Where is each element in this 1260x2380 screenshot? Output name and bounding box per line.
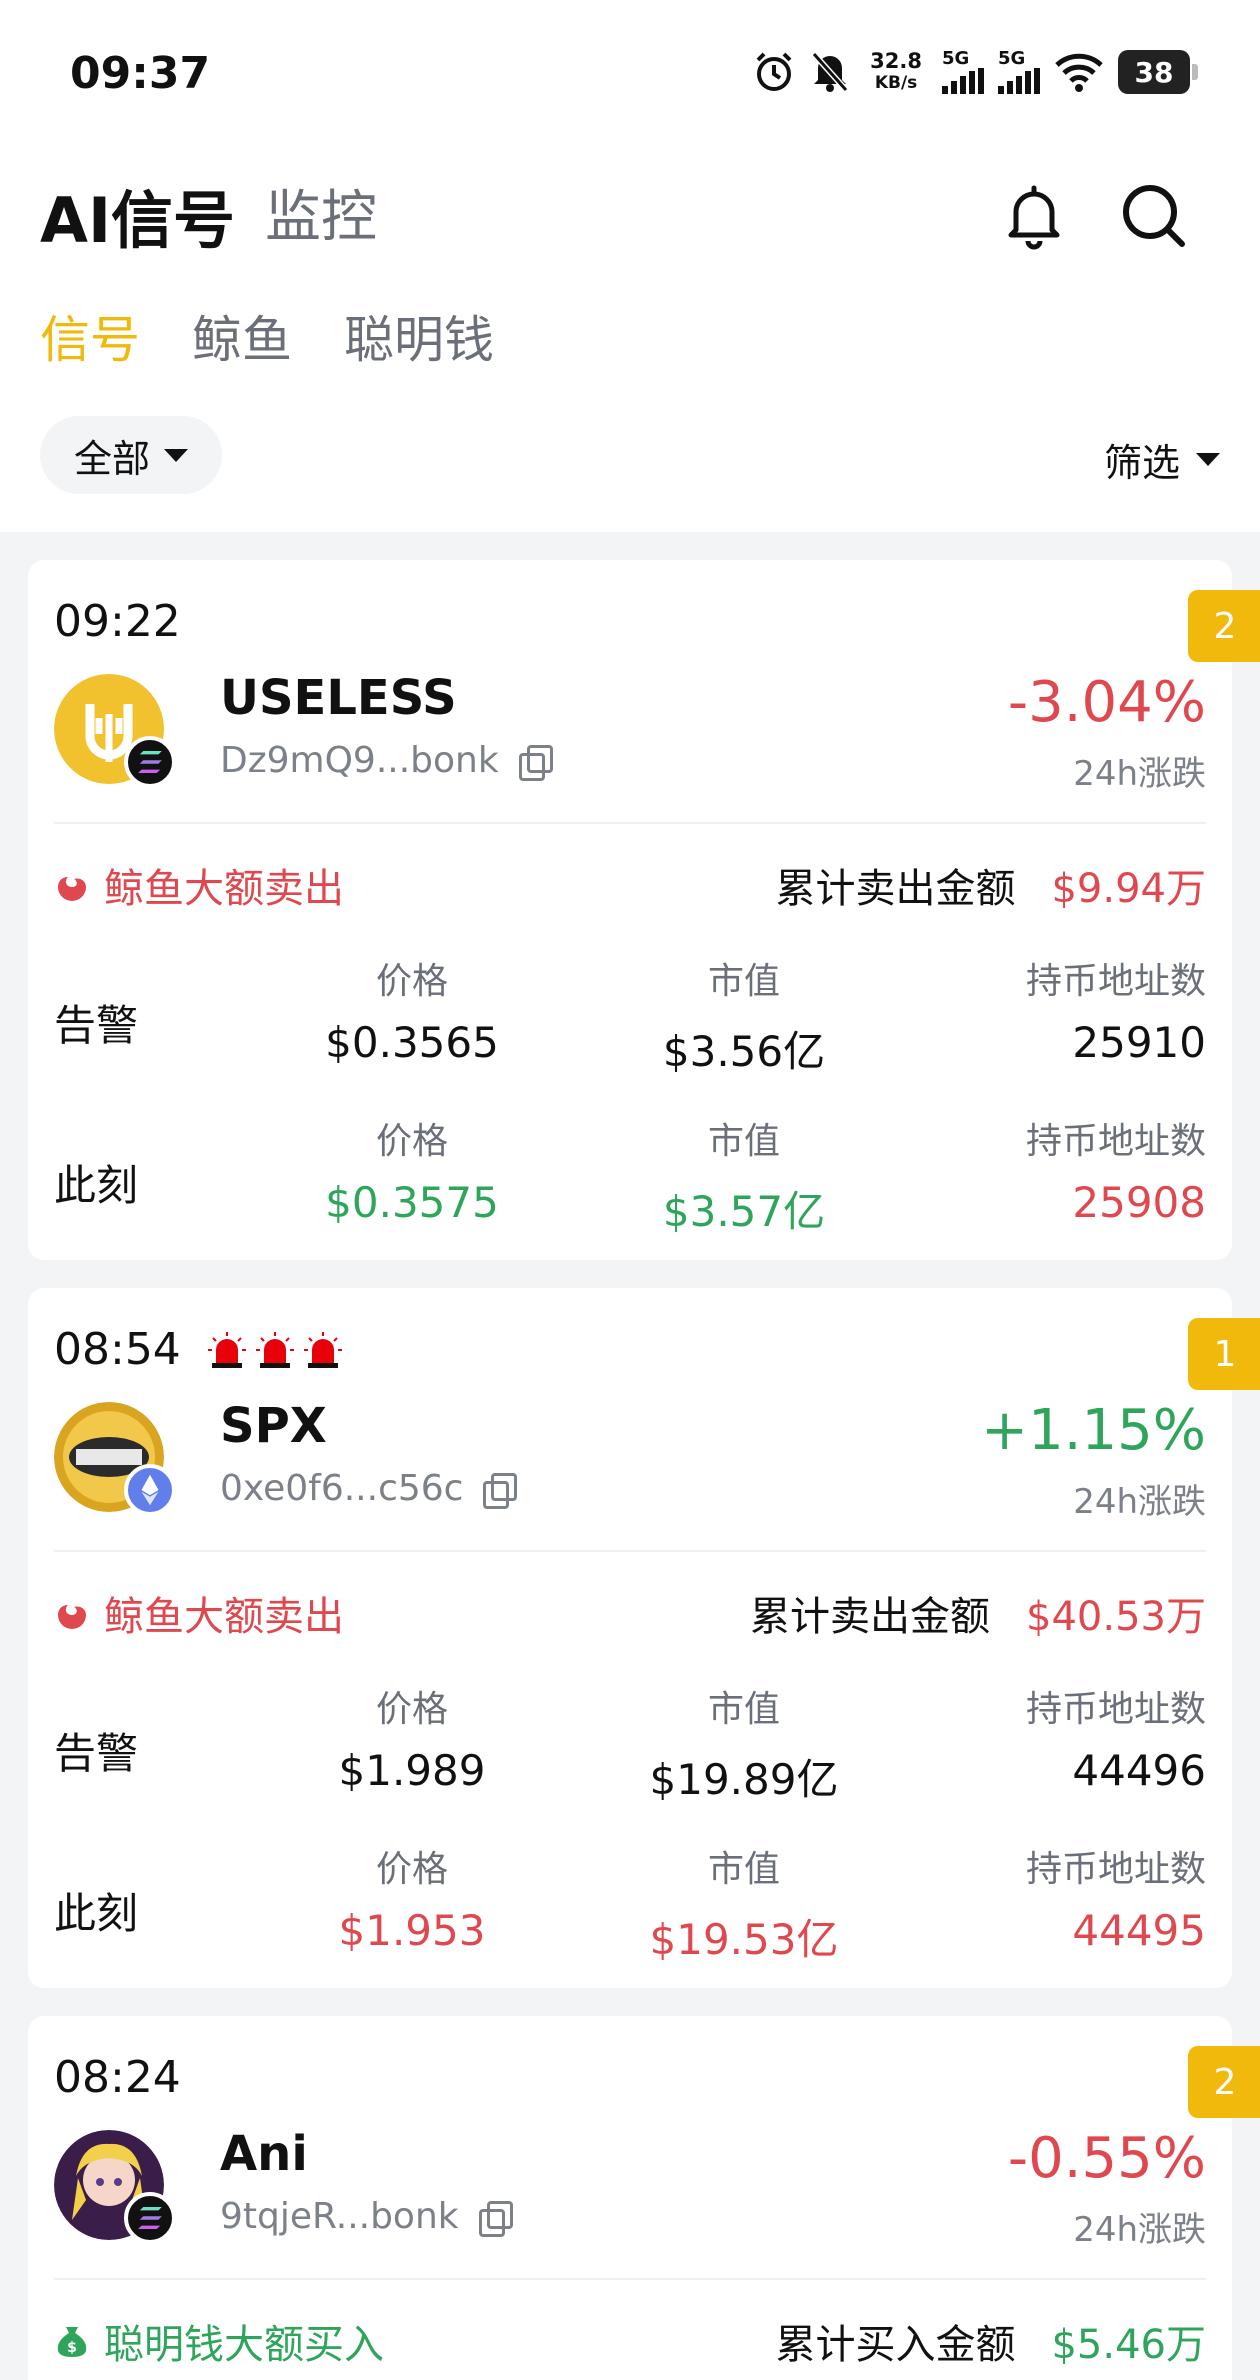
price-change: -0.55% bbox=[1007, 2126, 1206, 2191]
now-price: 价格 $1.953 bbox=[338, 1849, 486, 1955]
event-type: $ 聪明钱大额买入 bbox=[54, 2312, 384, 2370]
app-header: AI信号 监控 bbox=[0, 150, 1260, 280]
cumulative-amount: 累计买入金额 $5.46万 bbox=[775, 2312, 1206, 2370]
signal-time: 08:24 bbox=[54, 2052, 181, 2103]
svg-text:$: $ bbox=[67, 2340, 77, 2356]
caret-down-icon bbox=[1196, 453, 1220, 466]
now-holders: 持币地址数 44495 bbox=[1025, 1849, 1206, 1955]
signal-card[interactable]: 1 08:54 SPX 0xe0f6...c56c +1.15% 24h涨跌 鲸… bbox=[28, 1288, 1260, 1988]
signal-time: 08:54 bbox=[54, 1324, 343, 1375]
tab-smart-money[interactable]: 聪明钱 bbox=[344, 300, 494, 372]
divider bbox=[54, 2278, 1206, 2280]
token-address: Dz9mQ9...bonk bbox=[220, 740, 553, 781]
alert-holders: 持币地址数 44496 bbox=[1025, 1689, 1206, 1795]
change-label: 24h涨跌 bbox=[1073, 2210, 1206, 2250]
event-type: 鲸鱼大额卖出 bbox=[54, 856, 344, 914]
whale-icon bbox=[58, 1605, 86, 1629]
cumulative-value: $40.53万 bbox=[1026, 1594, 1206, 1640]
signal-bars-icon bbox=[998, 68, 1040, 94]
battery-indicator: 38 bbox=[1118, 50, 1198, 94]
signal-1: 5G bbox=[942, 50, 984, 94]
ethereum-chain-icon bbox=[124, 1464, 176, 1516]
now-price: 价格 $0.3575 bbox=[325, 1121, 499, 1227]
siren-icon bbox=[303, 1331, 342, 1368]
now-row: 此刻 价格 $1.953 市值 $19.53亿 持币地址数 44495 bbox=[54, 1840, 1206, 1964]
filter-label: 筛选 bbox=[1103, 441, 1180, 485]
siren-icon bbox=[207, 1331, 246, 1368]
alert-price: 价格 $0.3565 bbox=[325, 961, 499, 1067]
wifi-icon bbox=[1055, 53, 1103, 92]
count-badge: 2 bbox=[1188, 2046, 1260, 2118]
alarm-icon bbox=[756, 52, 792, 91]
change-label: 24h涨跌 bbox=[1073, 1482, 1206, 1522]
signal-card[interactable]: 2 09:22 USELESS Dz9mQ9...bonk -3.04% 24h… bbox=[28, 560, 1260, 1260]
bell-icon[interactable] bbox=[998, 180, 1070, 252]
alert-label: 告警 bbox=[54, 1729, 139, 1778]
caret-down-icon bbox=[164, 448, 189, 462]
change-label: 24h涨跌 bbox=[1073, 754, 1206, 794]
filter-button[interactable]: 筛选 bbox=[1104, 432, 1220, 487]
now-mcap: 市值 $3.57亿 bbox=[662, 1121, 826, 1236]
divider bbox=[54, 822, 1206, 824]
alert-row: 告警 价格 $1.989 市值 $19.89亿 持币地址数 44496 bbox=[54, 1680, 1206, 1804]
all-dropdown-label: 全部 bbox=[74, 436, 151, 481]
whale-icon bbox=[58, 877, 86, 901]
token-address: 9tqjeR...bonk bbox=[220, 2196, 513, 2237]
siren-indicators bbox=[207, 1330, 343, 1370]
event-type: 鲸鱼大额卖出 bbox=[54, 1584, 344, 1642]
divider bbox=[54, 1550, 1206, 1552]
copy-icon[interactable] bbox=[483, 1472, 518, 1509]
alert-row: 告警 价格 $0.3565 市值 $3.56亿 持币地址数 25910 bbox=[54, 952, 1206, 1076]
price-change: -3.04% bbox=[1007, 670, 1206, 735]
tab-whales[interactable]: 鲸鱼 bbox=[192, 300, 292, 372]
net-speed: 32.8 KB/s bbox=[870, 49, 922, 93]
signal-feed: 2 09:22 USELESS Dz9mQ9...bonk -3.04% 24h… bbox=[0, 532, 1260, 2380]
search-icon[interactable] bbox=[1118, 180, 1190, 252]
count-badge: 1 bbox=[1188, 1318, 1260, 1390]
page-title[interactable]: AI信号 bbox=[40, 170, 235, 260]
siren-icon bbox=[255, 1331, 294, 1368]
now-holders: 持币地址数 25908 bbox=[1025, 1121, 1206, 1227]
cumulative-value: $5.46万 bbox=[1051, 2322, 1206, 2368]
copy-icon[interactable] bbox=[518, 744, 553, 781]
now-row: 此刻 价格 $0.3575 市值 $3.57亿 持币地址数 25908 bbox=[54, 1112, 1206, 1236]
cumulative-value: $9.94万 bbox=[1051, 866, 1206, 912]
tab-signals[interactable]: 信号 bbox=[40, 300, 140, 372]
alert-price: 价格 $1.989 bbox=[338, 1689, 486, 1795]
token-name: SPX bbox=[220, 1398, 327, 1454]
now-label: 此刻 bbox=[54, 1161, 139, 1210]
sub-tabs: 信号 鲸鱼 聪明钱 bbox=[40, 300, 494, 372]
token-name: USELESS bbox=[220, 670, 457, 726]
token-name: Ani bbox=[220, 2126, 308, 2182]
status-time: 09:37 bbox=[70, 48, 211, 99]
cumulative-amount: 累计卖出金额 $9.94万 bbox=[775, 856, 1206, 914]
now-mcap: 市值 $19.53亿 bbox=[649, 1849, 839, 1964]
now-label: 此刻 bbox=[54, 1889, 139, 1938]
tab-monitor[interactable]: 监控 bbox=[265, 172, 377, 253]
signal-bars-icon bbox=[942, 68, 984, 94]
status-icons: 32.8 KB/s 5G 5G 38 bbox=[752, 49, 1198, 94]
token-address: 0xe0f6...c56c bbox=[220, 1468, 518, 1509]
filter-row: 全部 筛选 bbox=[0, 412, 1260, 496]
alert-holders: 持币地址数 25910 bbox=[1025, 961, 1206, 1067]
solana-chain-icon bbox=[124, 2192, 176, 2244]
alert-mcap: 市值 $3.56亿 bbox=[662, 961, 826, 1076]
signal-card[interactable]: 2 08:24 Ani 9tqjeR...bonk -0.55% 24h涨跌 $ bbox=[28, 2016, 1260, 2380]
alert-label: 告警 bbox=[54, 1001, 139, 1050]
count-badge: 2 bbox=[1188, 590, 1260, 662]
price-change: +1.15% bbox=[981, 1398, 1206, 1463]
mute-bell-icon bbox=[811, 52, 849, 92]
alert-mcap: 市值 $19.89亿 bbox=[649, 1689, 839, 1804]
signal-2: 5G bbox=[998, 50, 1040, 94]
copy-icon[interactable] bbox=[478, 2200, 513, 2237]
status-bar: 09:37 32.8 KB/s 5G 5G 38 bbox=[0, 0, 1260, 150]
money-bag-icon: $ bbox=[57, 2327, 87, 2357]
solana-chain-icon bbox=[124, 736, 176, 788]
signal-time: 09:22 bbox=[54, 596, 181, 647]
all-dropdown[interactable]: 全部 bbox=[40, 416, 223, 494]
cumulative-amount: 累计卖出金额 $40.53万 bbox=[750, 1584, 1206, 1642]
